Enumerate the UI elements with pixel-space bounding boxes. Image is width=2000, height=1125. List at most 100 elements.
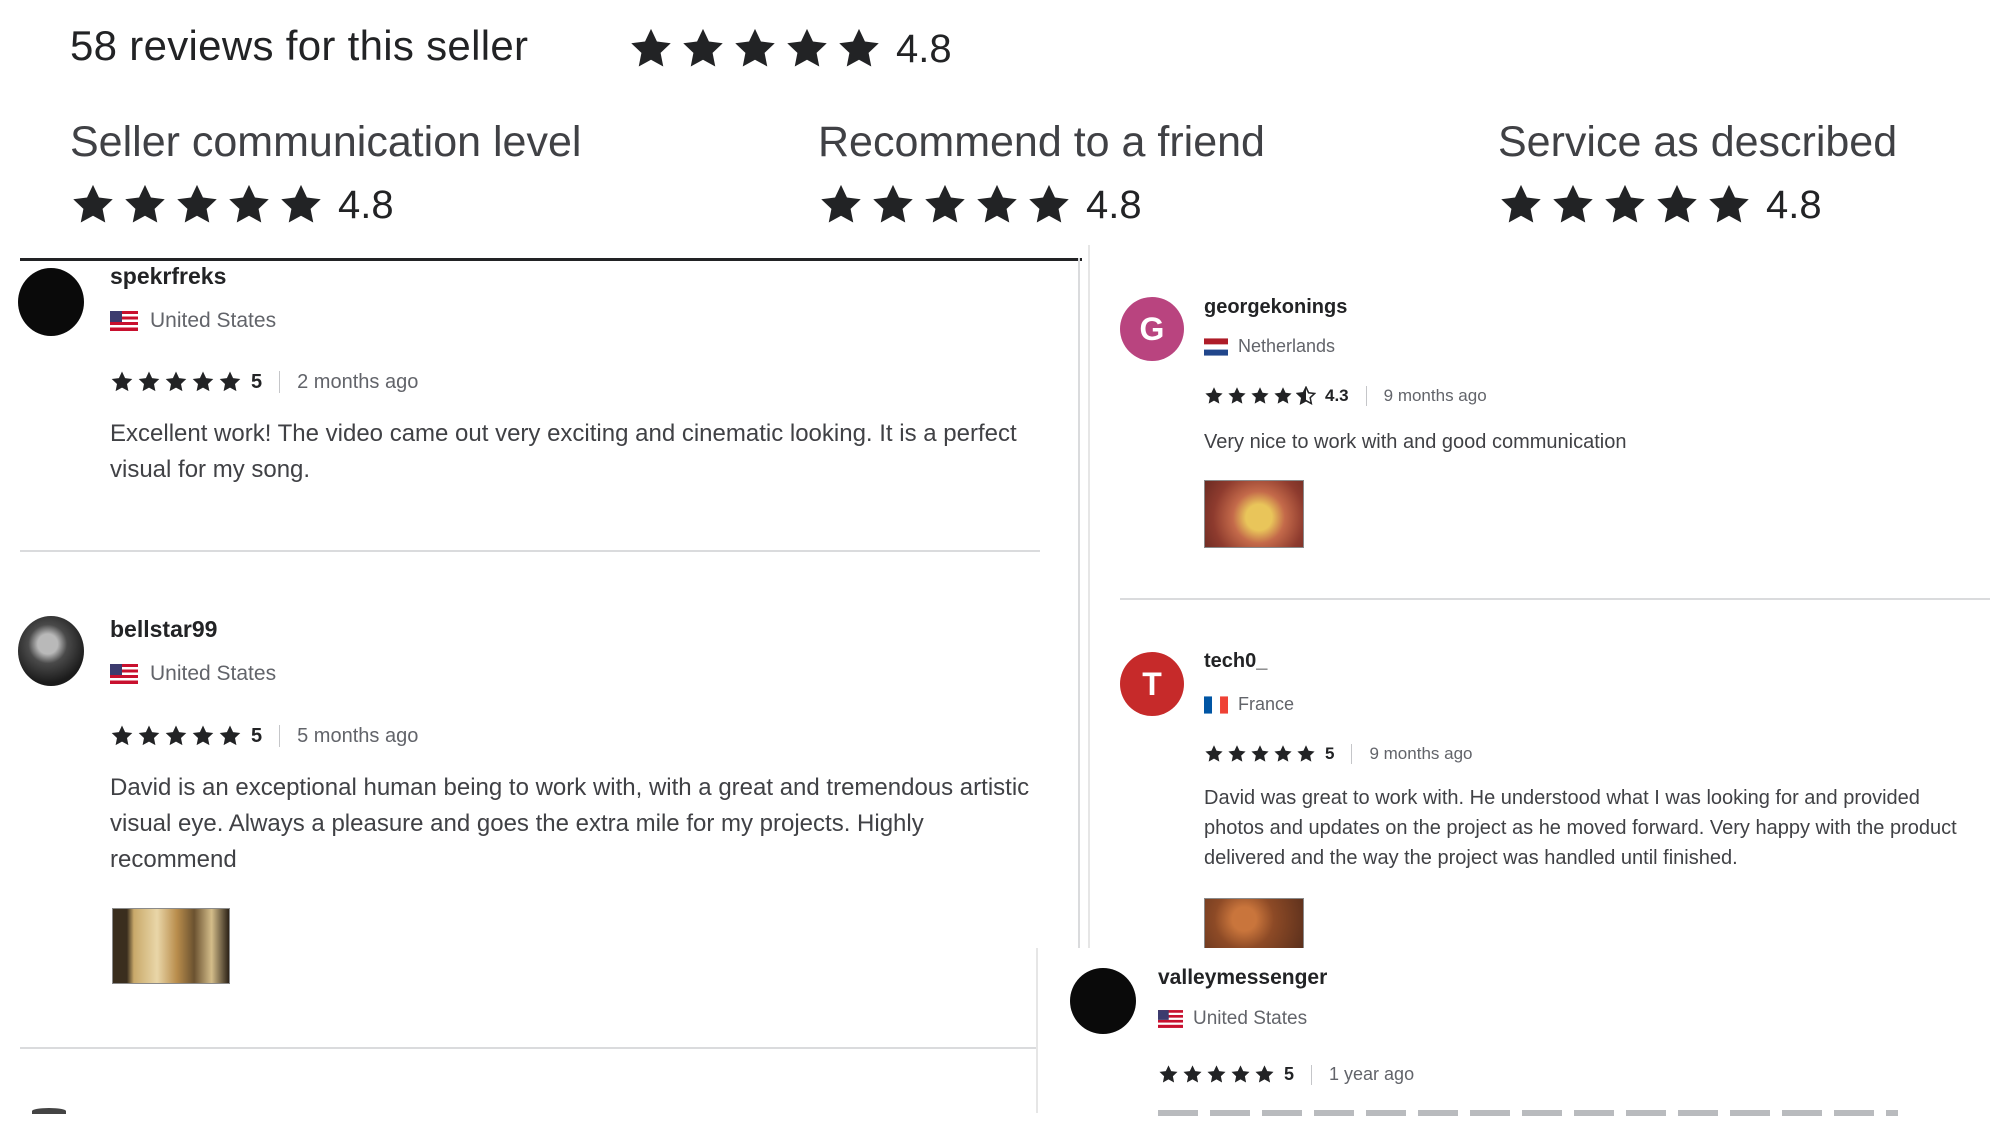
separator	[1351, 744, 1353, 764]
reviewer-country: United States	[110, 662, 276, 686]
avatar[interactable]: G	[1120, 297, 1184, 361]
avatar[interactable]: T	[1120, 652, 1184, 716]
reviewer-username[interactable]: spekrfreks	[110, 263, 226, 290]
avatar[interactable]	[18, 616, 84, 686]
review-text-truncated	[1158, 1110, 1898, 1116]
star-icon	[191, 370, 215, 394]
star-icon	[70, 182, 116, 228]
star-icon	[1296, 744, 1316, 764]
france-flag-icon	[1204, 695, 1228, 714]
review-rating: 5 1 year ago	[1158, 1064, 1414, 1085]
star-icon	[174, 182, 220, 228]
star-icon	[732, 26, 778, 72]
country-name: United States	[150, 309, 277, 332]
review-rating: 4.3 9 months ago	[1204, 386, 1487, 406]
rating-value: 4.3	[1325, 386, 1349, 405]
star-icon	[1182, 1064, 1203, 1085]
star-icon	[1498, 182, 1544, 228]
review-text: David was great to work with. He underst…	[1204, 787, 1957, 869]
star-icon	[1273, 386, 1293, 406]
reviewer-username[interactable]: tech0_	[1204, 650, 1267, 673]
star-icon	[226, 182, 272, 228]
country-name: United States	[1193, 1008, 1308, 1029]
star-icon	[110, 370, 134, 394]
avatar[interactable]	[18, 268, 84, 336]
star-icon	[818, 182, 864, 228]
star-icon	[1250, 386, 1270, 406]
country-name: United States	[150, 662, 277, 685]
star-icon	[870, 182, 916, 228]
us-flag-icon	[110, 664, 138, 684]
us-flag-icon	[1158, 1010, 1183, 1028]
star-icon	[164, 724, 188, 748]
star-icon	[836, 26, 882, 72]
star-icon	[922, 182, 968, 228]
star-icon	[680, 26, 726, 72]
review-rating: 5 2 months ago	[110, 370, 418, 394]
category-rating-service: 4.8	[1498, 182, 1822, 228]
star-icon	[110, 724, 134, 748]
star-icon	[1250, 744, 1270, 764]
review-text: Very nice to work with and good communic…	[1204, 431, 1627, 453]
star-icon	[1204, 744, 1224, 764]
rating-value: 5	[251, 370, 263, 393]
half-star-icon	[1296, 386, 1316, 406]
star-icon	[278, 182, 324, 228]
review-attachment-thumbnail[interactable]	[1204, 480, 1304, 548]
star-icon	[164, 370, 188, 394]
reviewer-country: France	[1204, 694, 1294, 715]
star-icon	[218, 724, 242, 748]
star-icon	[1206, 1064, 1227, 1085]
us-flag-icon	[110, 311, 138, 331]
section-divider	[20, 258, 1082, 261]
reviews-summary-title: 58 reviews for this seller	[70, 22, 529, 69]
star-icon	[1158, 1064, 1179, 1085]
star-icon	[1026, 182, 1072, 228]
review-rating: 5 9 months ago	[1204, 744, 1472, 764]
overall-rating: 4.8	[628, 26, 952, 72]
star-icon	[218, 370, 242, 394]
category-rating-communication: 4.8	[70, 182, 394, 228]
star-icon	[1654, 182, 1700, 228]
category-label-recommend: Recommend to a friend	[818, 118, 1265, 166]
review-attachment-thumbnail[interactable]	[1204, 898, 1304, 949]
category-label-service: Service as described	[1498, 118, 1898, 166]
reviewer-username[interactable]: bellstar99	[110, 616, 217, 643]
reviewer-username[interactable]: georgekonings	[1204, 296, 1347, 319]
netherlands-flag-icon	[1204, 337, 1228, 356]
avatar[interactable]	[1070, 968, 1136, 1034]
star-icon	[1227, 386, 1247, 406]
review-time: 9 months ago	[1383, 386, 1487, 405]
review-time: 5 months ago	[297, 724, 419, 747]
review-text: David is an exceptional human being to w…	[110, 774, 1030, 873]
review-rating: 5 5 months ago	[110, 724, 418, 748]
review-time: 9 months ago	[1369, 744, 1473, 763]
star-icon	[122, 182, 168, 228]
star-icon	[191, 724, 215, 748]
review-time: 1 year ago	[1329, 1064, 1415, 1084]
review-divider	[1120, 598, 1990, 600]
column-divider	[1078, 258, 1080, 948]
rating-value: 5	[1325, 744, 1335, 763]
country-name: Netherlands	[1238, 336, 1336, 356]
star-icon	[1204, 386, 1224, 406]
reviewer-country: United States	[110, 309, 276, 333]
star-icon	[1602, 182, 1648, 228]
review-time: 2 months ago	[297, 370, 419, 393]
overall-rating-value: 4.8	[896, 26, 952, 71]
reviewer-username[interactable]: valleymessenger	[1158, 966, 1327, 990]
separator	[1311, 1064, 1313, 1085]
review-divider	[20, 1047, 1036, 1049]
star-icon	[784, 26, 830, 72]
review-attachment-thumbnail[interactable]	[112, 908, 230, 984]
avatar[interactable]	[32, 1108, 66, 1114]
star-icon	[1230, 1064, 1251, 1085]
category-rating-recommend: 4.8	[818, 182, 1142, 228]
separator	[1365, 386, 1367, 406]
reviewer-country: United States	[1158, 1008, 1307, 1030]
star-icon	[974, 182, 1020, 228]
review-text: Excellent work! The video came out very …	[110, 420, 1017, 483]
reviewer-country: Netherlands	[1204, 336, 1335, 357]
country-name: France	[1238, 694, 1295, 714]
review-divider	[20, 550, 1040, 552]
